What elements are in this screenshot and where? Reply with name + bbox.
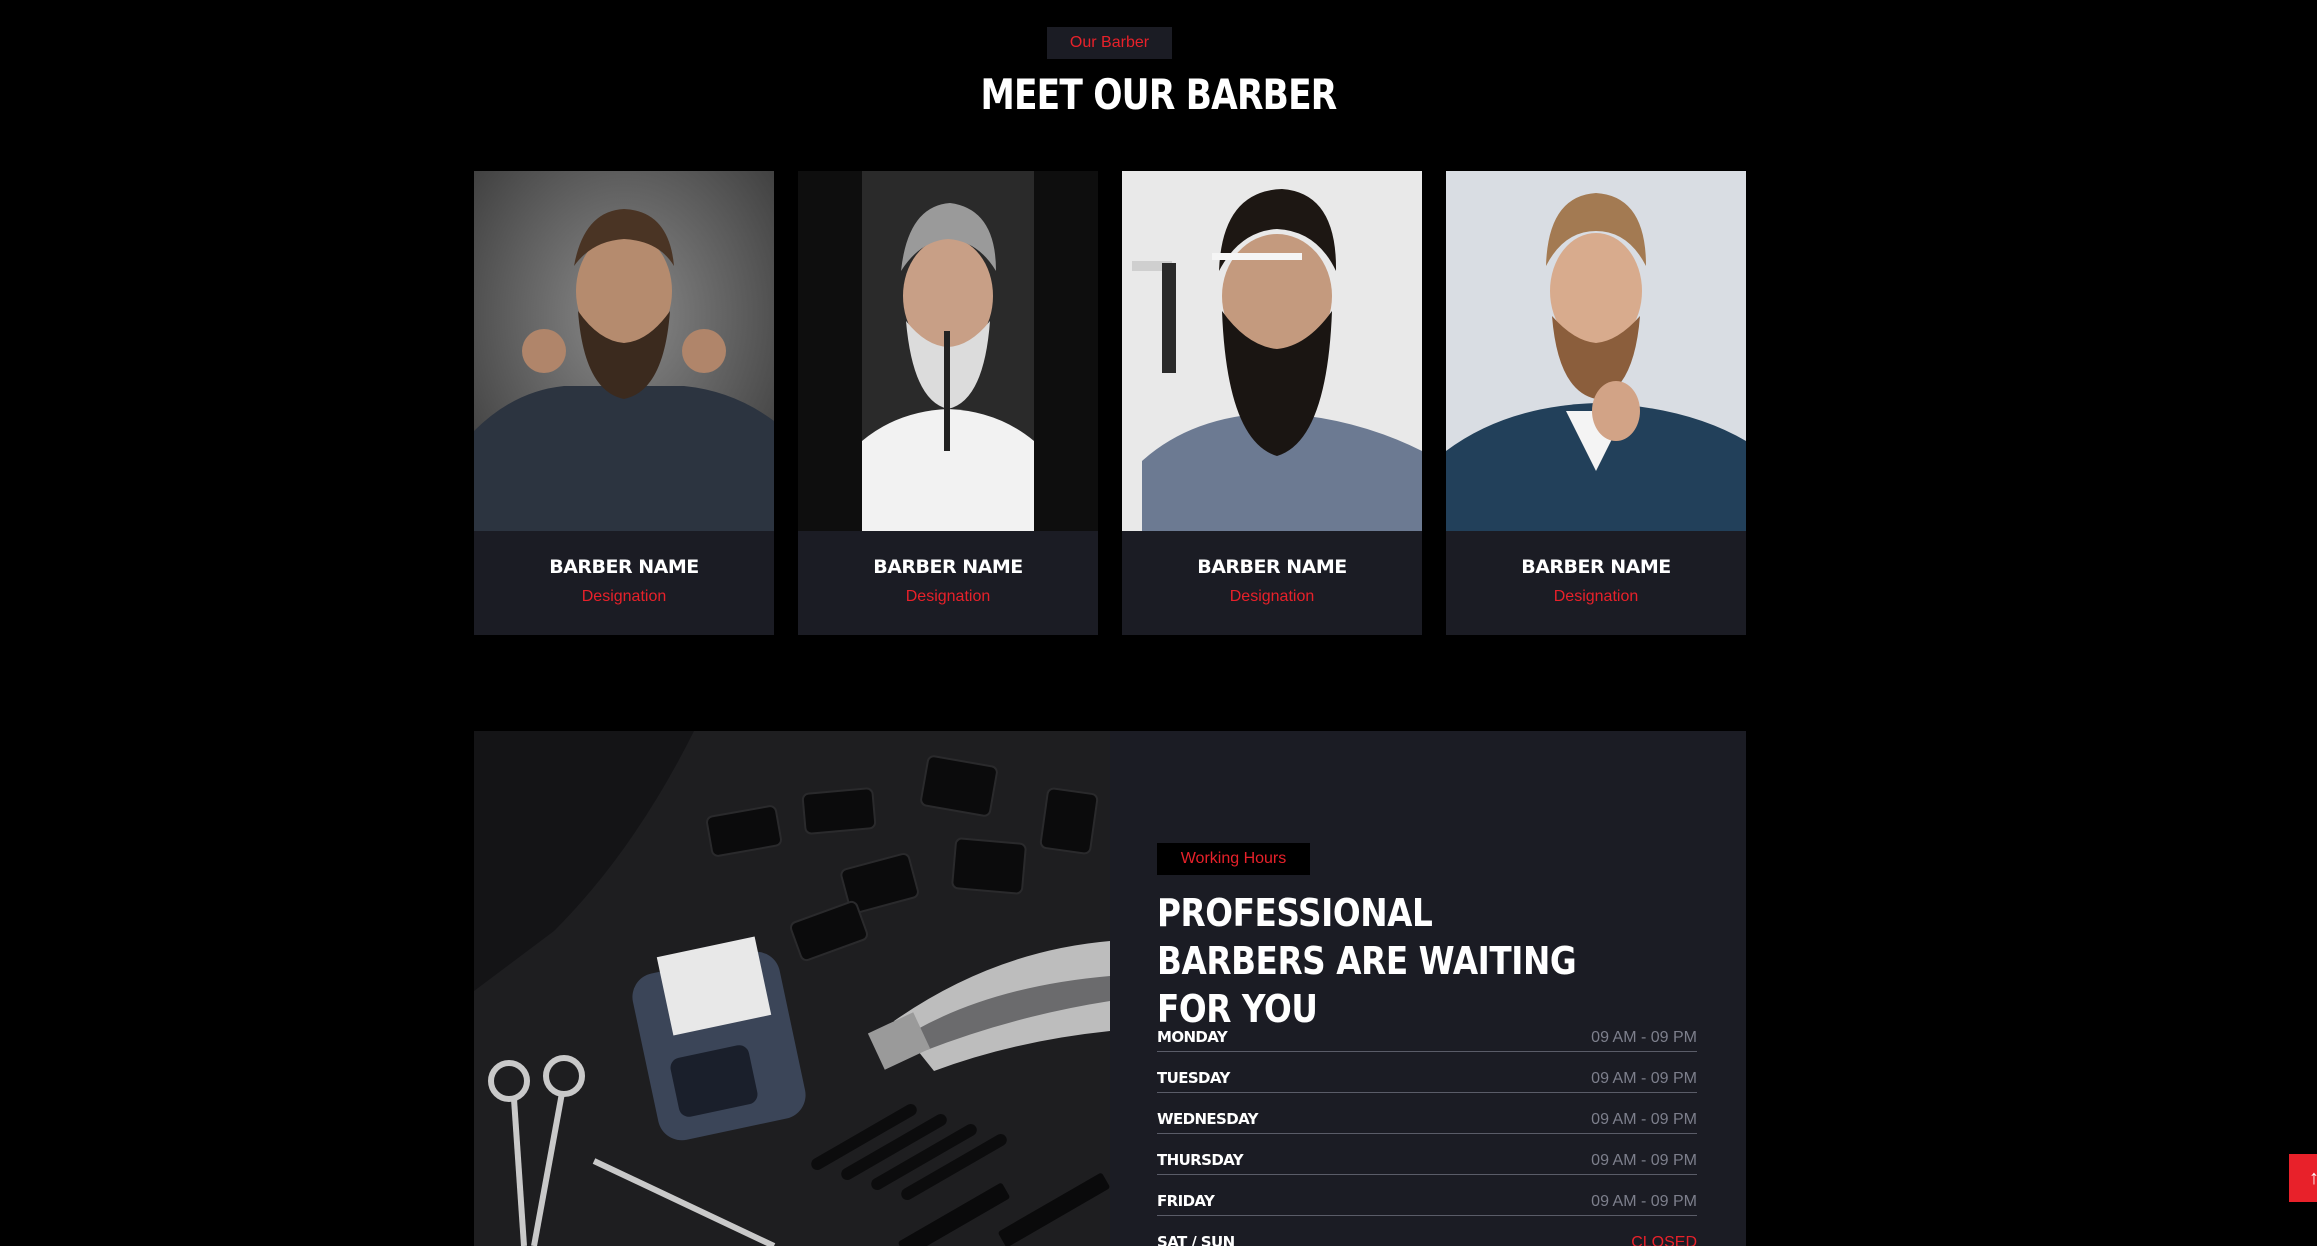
- hours-day: THURSDAY: [1157, 1151, 1244, 1169]
- hours-time: 09 AM - 09 PM: [1591, 1193, 1697, 1210]
- hours-day: SAT / SUN: [1157, 1233, 1235, 1246]
- barber-name: BARBER NAME: [549, 556, 699, 578]
- hours-day: MONDAY: [1157, 1028, 1228, 1046]
- back-to-top-button[interactable]: ↑: [2289, 1154, 2317, 1202]
- hours-time: 09 AM - 09 PM: [1591, 1111, 1697, 1128]
- barber-name: BARBER NAME: [873, 556, 1023, 578]
- section-badge: Our Barber: [1047, 27, 1172, 59]
- barber-photo: [798, 171, 1098, 531]
- hours-row: THURSDAY 09 AM - 09 PM: [1157, 1134, 1697, 1175]
- hours-list: MONDAY 09 AM - 09 PM TUESDAY 09 AM - 09 …: [1157, 1011, 1697, 1246]
- page: Our Barber MEET OUR BARBER BARBER NAME D…: [0, 0, 2317, 1246]
- barber-photo: [474, 171, 774, 531]
- barber-card[interactable]: BARBER NAME Designation: [1446, 171, 1746, 635]
- hours-time: 09 AM - 09 PM: [1591, 1070, 1697, 1087]
- barber-designation: Designation: [1229, 588, 1315, 605]
- working-hours-badge: Working Hours: [1157, 843, 1310, 875]
- barber-photo: [1122, 171, 1422, 531]
- barber-card[interactable]: BARBER NAME Designation: [474, 171, 774, 635]
- working-hours-content: Working Hours PROFESSIONAL BARBERS ARE W…: [1157, 731, 1697, 1246]
- barber-name: BARBER NAME: [1521, 556, 1671, 578]
- section-title: MEET OUR BARBER: [980, 70, 1338, 119]
- barber-designation: Designation: [905, 588, 991, 605]
- barber-card[interactable]: BARBER NAME Designation: [1122, 171, 1422, 635]
- hours-day: WEDNESDAY: [1157, 1110, 1259, 1128]
- barber-designation: Designation: [1553, 588, 1639, 605]
- hours-row: SAT / SUN CLOSED: [1157, 1216, 1697, 1246]
- working-hours-section: Working Hours PROFESSIONAL BARBERS ARE W…: [474, 731, 1746, 1246]
- arrow-up-icon: ↑: [2309, 1167, 2317, 1189]
- hours-row: WEDNESDAY 09 AM - 09 PM: [1157, 1093, 1697, 1134]
- barber-card[interactable]: BARBER NAME Designation: [798, 171, 1098, 635]
- hours-time: 09 AM - 09 PM: [1591, 1029, 1697, 1046]
- barber-designation: Designation: [581, 588, 667, 605]
- hours-time: 09 AM - 09 PM: [1591, 1152, 1697, 1169]
- hours-day: TUESDAY: [1157, 1069, 1230, 1087]
- hours-row: MONDAY 09 AM - 09 PM: [1157, 1011, 1697, 1052]
- barber-photo: [1446, 171, 1746, 531]
- barber-tools-photo: [474, 731, 1110, 1246]
- hours-day: FRIDAY: [1157, 1192, 1215, 1210]
- hours-row: FRIDAY 09 AM - 09 PM: [1157, 1175, 1697, 1216]
- barber-name: BARBER NAME: [1197, 556, 1347, 578]
- hours-row: TUESDAY 09 AM - 09 PM: [1157, 1052, 1697, 1093]
- hours-time-closed: CLOSED: [1631, 1234, 1697, 1246]
